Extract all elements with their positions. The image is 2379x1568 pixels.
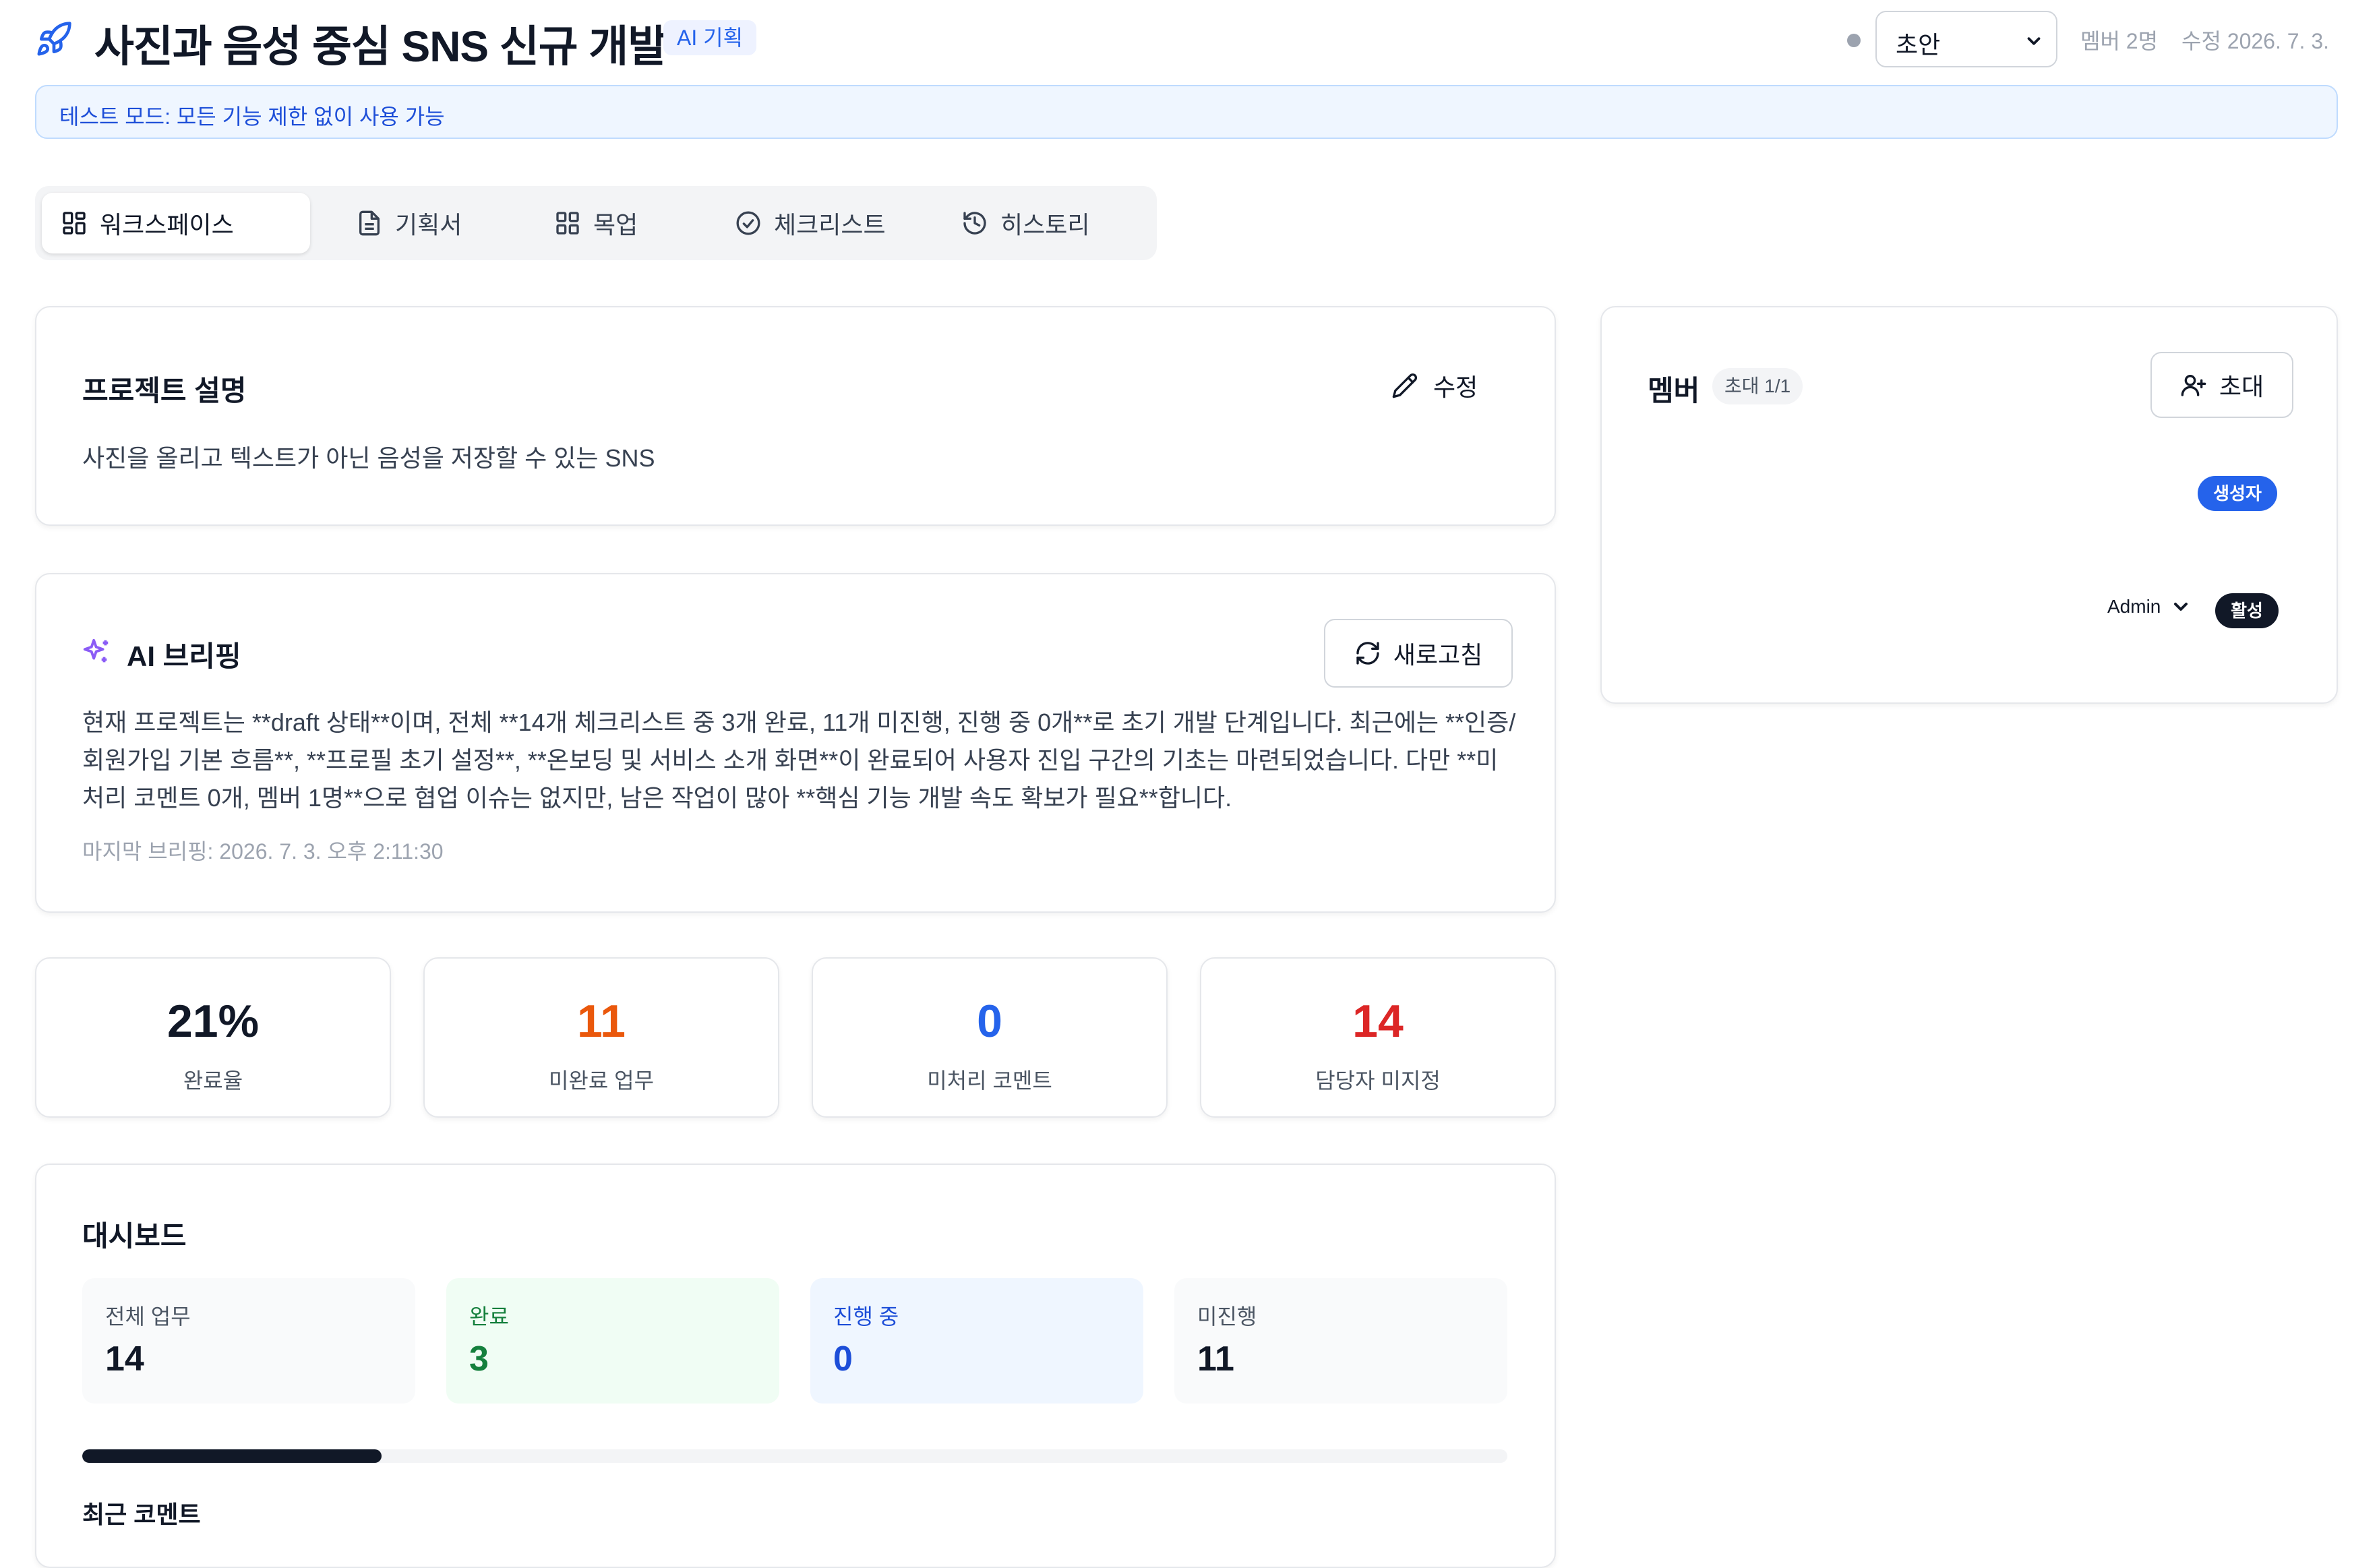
tab-history-label: 히스토리 <box>1000 211 1090 239</box>
status-indicator-dot <box>1847 34 1861 47</box>
dashboard-tile-done: 완료 3 <box>446 1278 779 1404</box>
tab-history[interactable]: 히스토리 <box>942 193 1108 253</box>
stat-unassigned-value: 14 <box>1352 996 1404 1047</box>
tab-plan-document[interactable]: 기획서 <box>337 193 481 253</box>
last-briefing-time: 마지막 브리핑: 2026. 7. 3. 오후 2:11:30 <box>82 839 444 864</box>
stat-incomplete-value: 11 <box>577 996 626 1047</box>
stat-comments-value: 0 <box>977 996 1002 1047</box>
edit-description-button[interactable]: 수정 <box>1391 368 1478 403</box>
progress-bar-fill <box>82 1449 382 1463</box>
dashboard-not-started-value: 11 <box>1197 1339 1234 1379</box>
tab-checklist[interactable]: 체크리스트 <box>716 193 905 253</box>
project-description-card: 프로젝트 설명 수정 사진을 올리고 텍스트가 아닌 음성을 저장할 수 있는 … <box>35 306 1556 526</box>
tab-mockup[interactable]: 목업 <box>535 193 657 253</box>
refresh-label: 새로고침 <box>1393 641 1483 669</box>
stat-card-incomplete: 11 미완료 업무 <box>423 957 779 1118</box>
stat-completion-label: 완료율 <box>183 1068 243 1093</box>
dashboard-tile-in-progress: 진행 중 0 <box>810 1278 1143 1404</box>
status-select-value: 초안 <box>1896 31 1941 59</box>
test-mode-banner: 테스트 모드: 모든 기능 제한 없이 사용 가능 <box>35 85 2338 139</box>
refresh-icon <box>1356 642 1379 665</box>
tab-workspace-label: 워크스페이스 <box>100 211 234 239</box>
members-card: 멤버 초대 1/1 초대 생성자 Admin 활성 <box>1600 306 2338 704</box>
invite-button-label: 초대 <box>2219 373 2264 400</box>
dashboard-tile-total: 전체 업무 14 <box>82 1278 415 1404</box>
progress-bar-track <box>82 1449 1507 1463</box>
ai-briefing-text: 현재 프로젝트는 **draft 상태**이며, 전체 **14개 체크리스트 … <box>82 708 1516 812</box>
tab-checklist-label: 체크리스트 <box>774 211 886 239</box>
document-icon <box>359 210 380 236</box>
dashboard-done-label: 완료 <box>469 1304 509 1329</box>
tab-mockup-label: 목업 <box>593 211 638 239</box>
invite-count-badge: 초대 1/1 <box>1712 368 1803 404</box>
tab-workspace[interactable]: 워크스페이스 <box>42 193 310 253</box>
dashboard-title: 대시보드 <box>82 1220 187 1252</box>
page-title: 사진과 음성 중심 SNS 신규 개발 <box>94 22 667 71</box>
stat-card-unassigned: 14 담당자 미지정 <box>1200 957 1556 1118</box>
stat-card-completion: 21% 완료율 <box>35 957 391 1118</box>
ai-plan-badge: AI 기획 <box>663 20 757 55</box>
stat-incomplete-label: 미완료 업무 <box>548 1068 655 1093</box>
tab-plan-document-label: 기획서 <box>395 211 462 239</box>
modified-date: 수정 2026. 7. 3. <box>2181 29 2330 53</box>
tab-bar: 워크스페이스 기획서 목업 체크리스트 히스토리 <box>35 186 1157 260</box>
invite-member-button[interactable]: 초대 <box>2150 352 2293 418</box>
members-title: 멤버 <box>1648 375 1700 406</box>
dashboard-in-progress-label: 진행 중 <box>833 1304 899 1329</box>
member-role-select[interactable]: Admin <box>2107 596 2192 617</box>
status-select[interactable]: 초안 <box>1875 11 2057 67</box>
history-icon <box>963 212 986 235</box>
grid-icon <box>556 212 579 235</box>
dashboard-tile-not-started: 미진행 11 <box>1174 1278 1507 1404</box>
member-count: 멤버 2명 <box>2080 29 2159 53</box>
dashboard-total-label: 전체 업무 <box>105 1304 191 1329</box>
sparkles-icon <box>81 636 112 667</box>
creator-badge: 생성자 <box>2198 476 2277 511</box>
test-mode-text: 테스트 모드: 모든 기능 제한 없이 사용 가능 <box>59 104 445 129</box>
stat-unassigned-label: 담당자 미지정 <box>1315 1068 1441 1093</box>
pencil-icon <box>1392 373 1418 398</box>
ai-briefing-title: AI 브리핑 <box>127 640 241 672</box>
dashboard-not-started-label: 미진행 <box>1197 1304 1257 1329</box>
stat-card-comments: 0 미처리 코멘트 <box>812 957 1168 1118</box>
member-role-value: Admin <box>2107 596 2161 617</box>
stat-completion-value: 21% <box>167 996 260 1047</box>
active-status-badge: 활성 <box>2215 593 2279 628</box>
project-description-text: 사진을 올리고 텍스트가 아닌 음성을 저장할 수 있는 SNS <box>82 444 655 472</box>
dashboard-total-value: 14 <box>105 1339 144 1379</box>
ai-briefing-card: AI 브리핑 새로고침 현재 프로젝트는 **draft 상태**이며, 전체 … <box>35 573 1556 913</box>
edit-description-label: 수정 <box>1433 373 1478 401</box>
grid-icon <box>63 212 86 235</box>
dashboard-done-value: 3 <box>469 1339 489 1379</box>
chevron-down-icon <box>2027 37 2041 45</box>
refresh-briefing-button[interactable]: 새로고침 <box>1324 619 1513 688</box>
recent-comments-title: 최근 코멘트 <box>82 1501 201 1528</box>
check-circle-icon <box>736 211 760 235</box>
stat-comments-label: 미처리 코멘트 <box>927 1068 1052 1093</box>
project-description-title: 프로젝트 설명 <box>82 375 247 406</box>
dashboard-card: 대시보드 전체 업무 14 완료 3 진행 중 0 미진행 11 최근 코멘트 <box>35 1164 1556 1568</box>
dashboard-in-progress-value: 0 <box>833 1339 853 1379</box>
user-plus-icon <box>2181 375 2206 396</box>
rocket-icon <box>35 20 73 58</box>
chevron-down-icon <box>2174 603 2188 611</box>
